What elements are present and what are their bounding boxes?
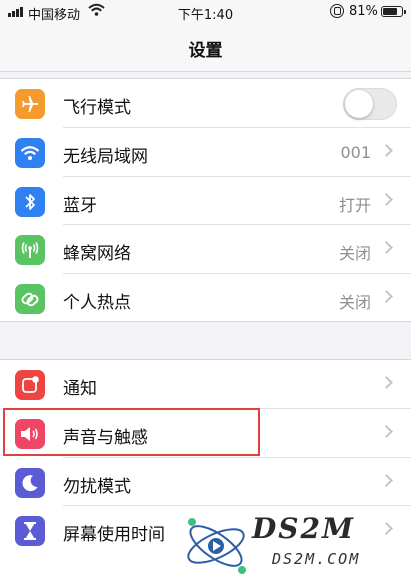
wifi-icon bbox=[15, 137, 45, 168]
watermark-url: DS2M.COM bbox=[272, 550, 361, 568]
cellular-label: 蜂窝网络 bbox=[63, 244, 131, 265]
chevron-right-icon bbox=[380, 424, 393, 438]
settings-group-connectivity: 飞行模式 无线局域网 001 蓝牙 打开 蜂窝网络 关闭 个人热点 关闭 bbox=[0, 78, 411, 322]
bluetooth-icon bbox=[15, 186, 45, 217]
settings-row-notifications[interactable]: 通知 bbox=[0, 360, 411, 409]
toggle-knob bbox=[345, 90, 373, 118]
chevron-right-icon bbox=[380, 192, 393, 206]
hourglass-icon bbox=[15, 516, 45, 547]
watermark-text: DS2M bbox=[252, 512, 355, 545]
do-not-disturb-label: 勿扰模式 bbox=[63, 476, 131, 497]
highlight-box bbox=[3, 408, 260, 456]
chevron-right-icon bbox=[380, 376, 393, 389]
bluetooth-label: 蓝牙 bbox=[63, 195, 97, 216]
hotspot-value: 关闭 bbox=[338, 293, 371, 313]
settings-row-wlan[interactable]: 无线局域网 001 bbox=[0, 128, 411, 177]
orientation-lock-icon bbox=[330, 4, 344, 18]
wlan-label: 无线局域网 bbox=[63, 146, 148, 167]
status-bar: 中国移动 下午1:40 81% bbox=[0, 0, 411, 24]
notifications-label: 通知 bbox=[63, 379, 97, 399]
nav-bar: 设置 bbox=[0, 24, 411, 72]
battery-icon bbox=[381, 6, 406, 17]
airplane-mode-toggle[interactable] bbox=[343, 88, 397, 120]
airplane-mode-label: 飞行模式 bbox=[63, 98, 131, 118]
antenna-icon bbox=[15, 235, 45, 266]
airplane-icon bbox=[15, 89, 45, 119]
bluetooth-value: 打开 bbox=[338, 195, 371, 215]
watermark-logo-icon bbox=[187, 518, 246, 574]
cellular-value: 关闭 bbox=[338, 244, 371, 264]
chevron-right-icon bbox=[380, 143, 393, 157]
settings-row-do-not-disturb[interactable]: 勿扰模式 bbox=[0, 458, 411, 507]
page-title: 设置 bbox=[188, 41, 223, 61]
settings-row-bluetooth[interactable]: 蓝牙 打开 bbox=[0, 177, 411, 226]
chevron-right-icon bbox=[380, 473, 393, 487]
settings-row-hotspot[interactable]: 个人热点 关闭 bbox=[0, 274, 411, 323]
settings-row-airplane-mode[interactable]: 飞行模式 bbox=[0, 79, 411, 128]
screen-time-label: 屏幕使用时间 bbox=[63, 525, 165, 546]
moon-icon bbox=[15, 467, 45, 498]
chevron-right-icon bbox=[380, 241, 393, 255]
notification-icon bbox=[15, 370, 45, 400]
watermark: DS2M DS2M.COM bbox=[180, 512, 411, 579]
hotspot-icon bbox=[15, 284, 45, 315]
settings-row-cellular[interactable]: 蜂窝网络 关闭 bbox=[0, 225, 411, 275]
hotspot-label: 个人热点 bbox=[63, 293, 131, 314]
wlan-value: 001 bbox=[340, 142, 371, 162]
battery-percent: 81% bbox=[349, 4, 378, 19]
chevron-right-icon bbox=[380, 290, 393, 304]
